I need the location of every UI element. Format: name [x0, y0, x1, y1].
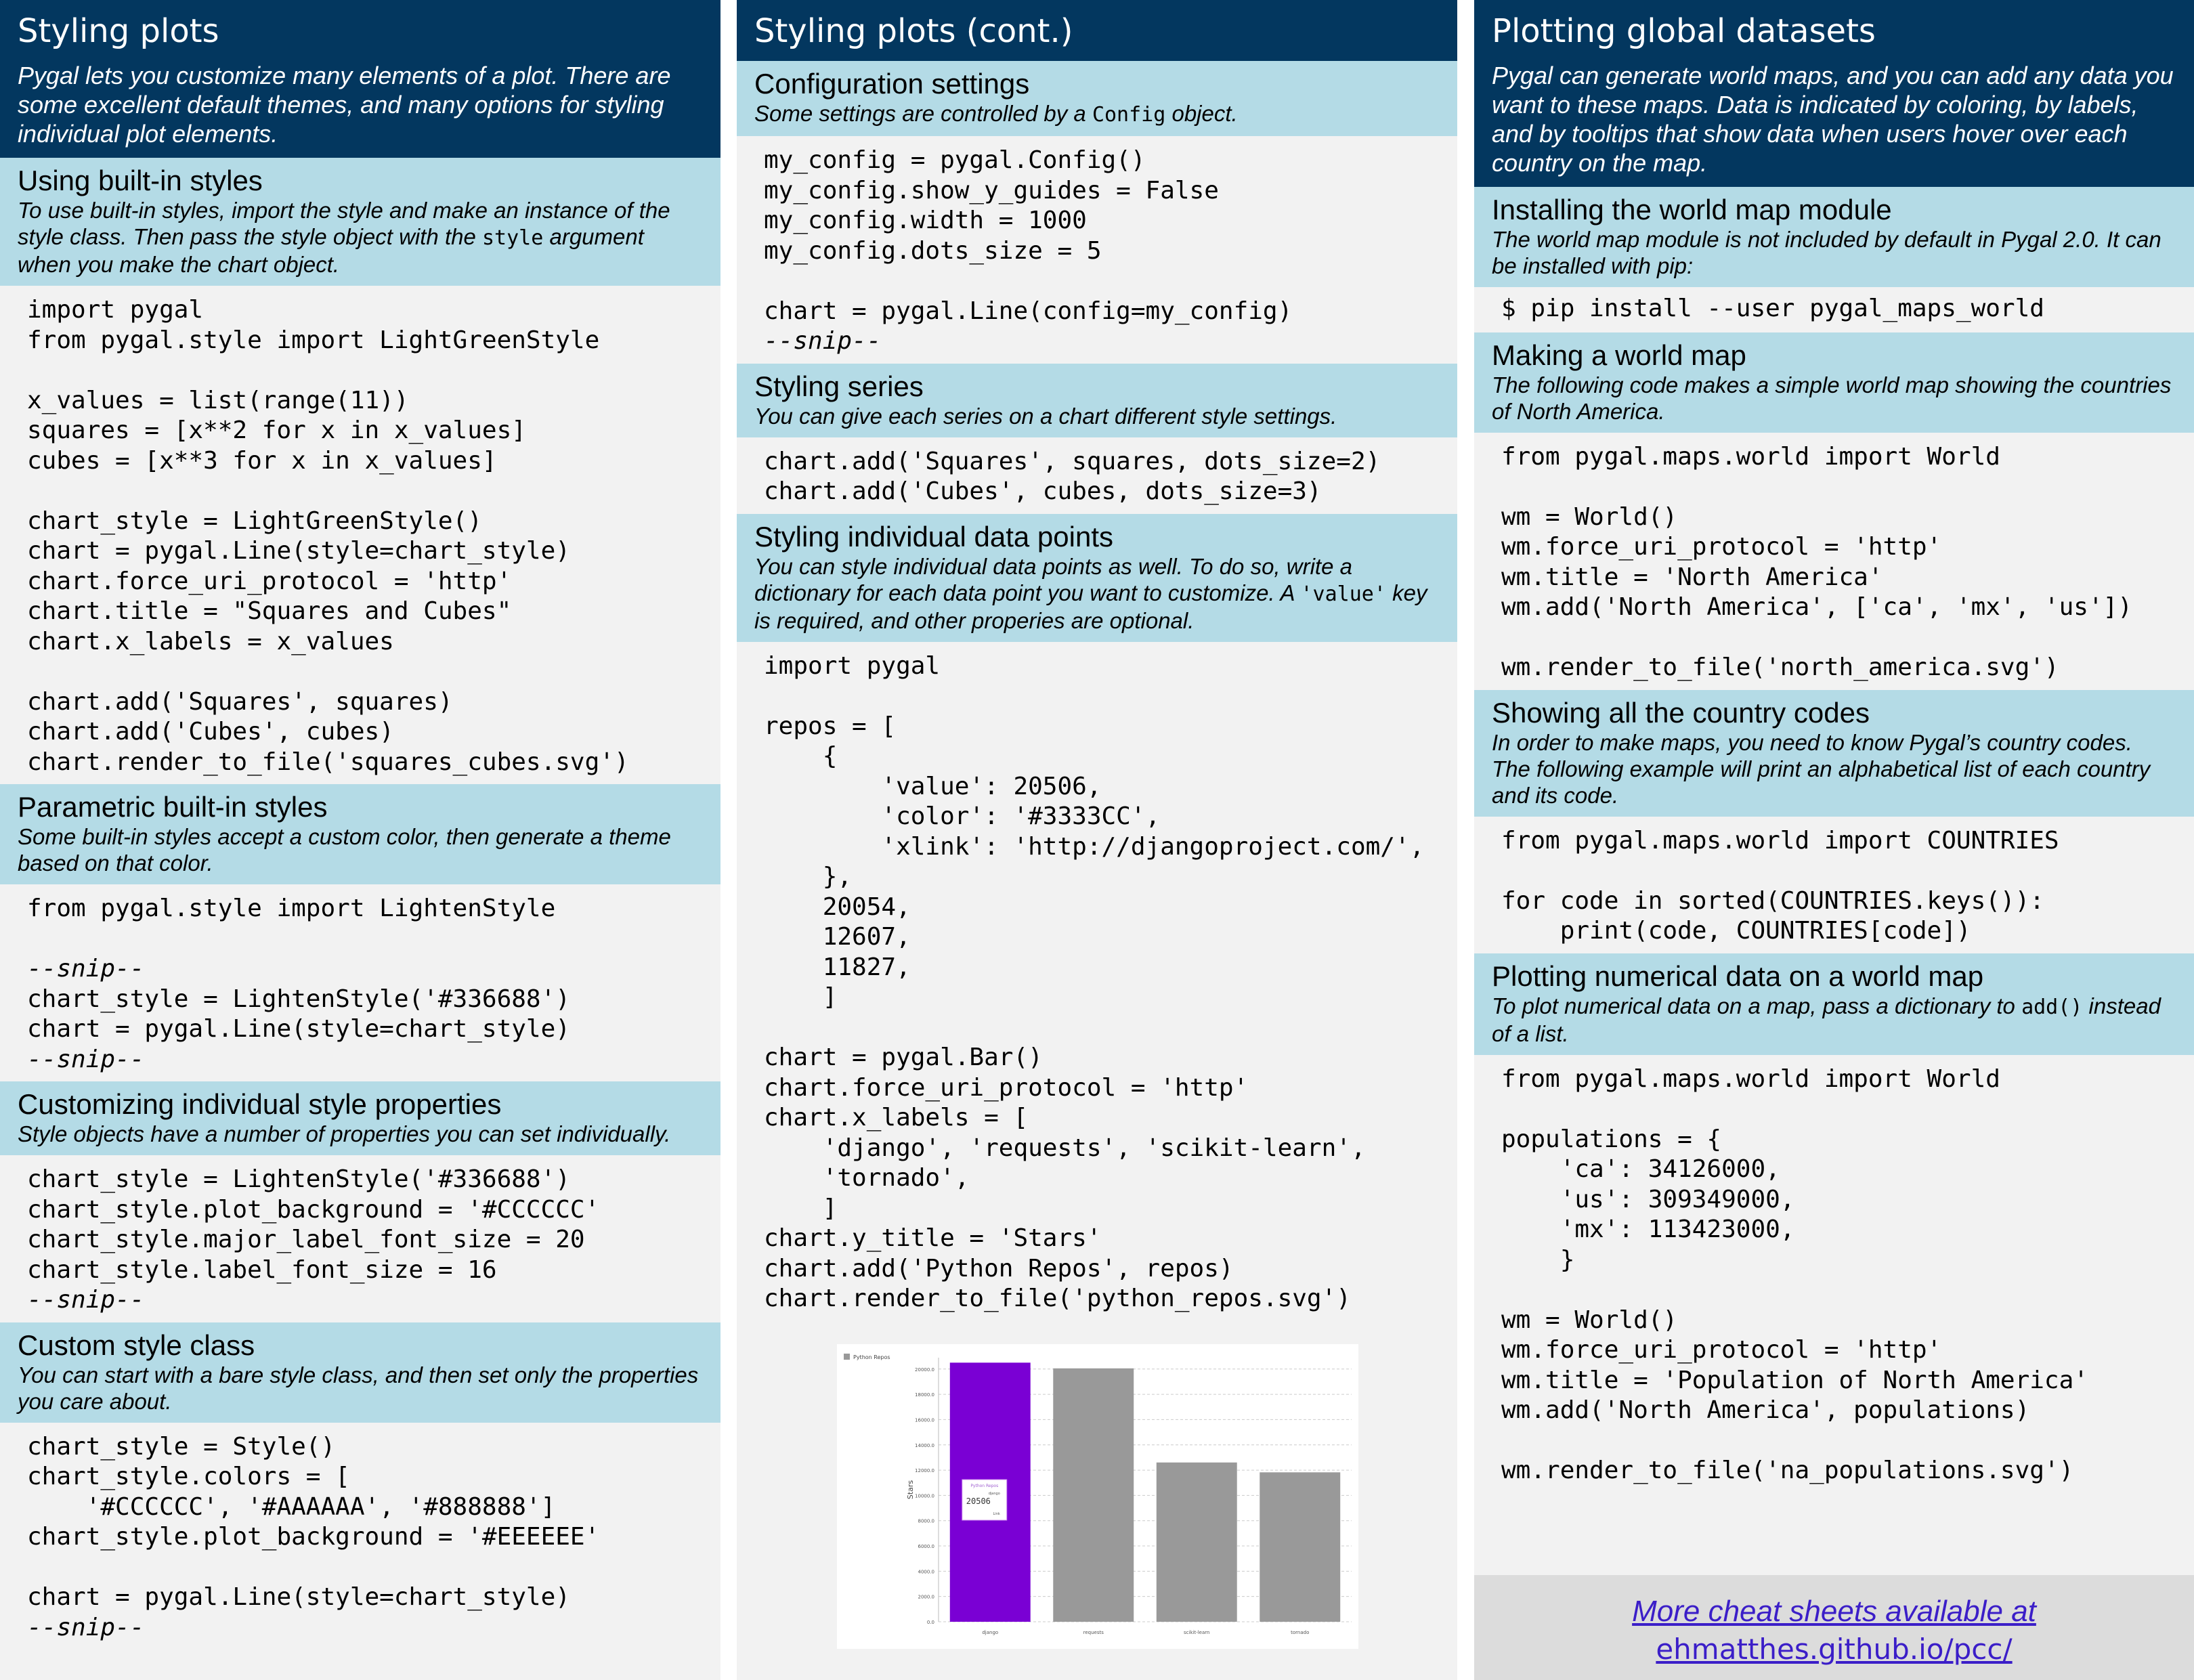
header-styling-plots: Styling plots Pygal lets you customize m… [0, 0, 720, 158]
section-title: Using built-in styles [18, 165, 263, 196]
code-configuration: my_config = pygal.Config() my_config.sho… [764, 146, 1293, 355]
y-tick-label: 2000.0 [918, 1594, 935, 1599]
section-desc: Some settings are controlled by a Config… [754, 101, 1238, 127]
section-builtin-styles: Using built-in styles To use built-in st… [0, 158, 720, 286]
section-title: Styling series [754, 370, 924, 402]
column-2: Styling plots (cont.) Configuration sett… [737, 0, 1457, 1680]
page-title: Styling plots [18, 12, 219, 50]
y-tick-label: 6000.0 [918, 1544, 935, 1549]
section-parametric-styles: Parametric built-in styles Some built-in… [0, 784, 720, 884]
section-desc: Some built-in styles accept a custom col… [18, 824, 671, 876]
y-tick-label: 10000.0 [915, 1493, 934, 1499]
code-custom-style-class: chart_style = Style() chart_style.colors… [27, 1432, 600, 1641]
legend-label: Python Repos [853, 1354, 890, 1360]
intro-text: Pygal lets you customize many elements o… [18, 62, 671, 148]
tooltip-category: django [989, 1492, 1000, 1496]
y-tick-label: 0.0 [927, 1620, 934, 1625]
section-numerical-data: Plotting numerical data on a world map T… [1474, 953, 2194, 1055]
code-styling-series: chart.add('Squares', squares, dots_size=… [764, 447, 1381, 506]
column-3: Plotting global datasets Pygal can gener… [1474, 0, 2194, 1680]
section-title: Showing all the country codes [1492, 696, 1870, 729]
section-styling-points: Styling individual data points You can s… [737, 513, 1457, 642]
y-tick-label: 20000.0 [915, 1366, 934, 1372]
bar-tornado [1260, 1471, 1341, 1622]
code-styling-points: import pygal repos = [ { 'value': 20506,… [764, 651, 1425, 1313]
footer-link-text[interactable]: More cheat sheets available at [1474, 1593, 2194, 1631]
section-desc: In order to make maps, you need to know … [1492, 729, 2151, 808]
section-desc: You can style individual data points as … [754, 553, 1427, 633]
y-tick-label: 18000.0 [915, 1392, 934, 1398]
bar-scikit-learn [1156, 1462, 1237, 1622]
python-repos-chart: 0.0 2000.0 4000.0 6000.0 8000.0 10000.0 12000.… [837, 1343, 1358, 1649]
y-axis-title: Stars [906, 1480, 915, 1499]
section-desc: Style objects have a number of propertie… [18, 1121, 671, 1146]
y-tick-label: 16000.0 [915, 1417, 934, 1423]
column-3-content: Plotting global datasets Pygal can gener… [1474, 0, 2194, 1561]
y-tick-label: 8000.0 [918, 1518, 935, 1524]
code-parametric-styles: from pygal.style import LightenStyle --s… [27, 895, 570, 1073]
y-tick-label: 14000.0 [915, 1442, 934, 1448]
page-title: Plotting global datasets [1492, 12, 1876, 50]
section-title: Parametric built-in styles [18, 791, 328, 823]
code-install-world-map: $ pip install --user pygal_maps_world [1501, 295, 2044, 322]
section-desc: You can start with a bare style class, a… [18, 1362, 699, 1414]
section-title: Customizing individual style properties [18, 1088, 502, 1120]
section-title: Making a world map [1492, 339, 1746, 371]
section-desc: The following code makes a simple world … [1492, 372, 2172, 424]
section-title: Installing the world map module [1492, 194, 1892, 225]
header-styling-plots-cont: Styling plots (cont.) [737, 0, 1457, 61]
section-custom-style-class: Custom style class You can start with a … [0, 1322, 720, 1423]
column-1: Styling plots Pygal lets you customize m… [0, 0, 720, 1680]
bar-requests [1053, 1368, 1134, 1622]
tooltip-link: Link [993, 1512, 1000, 1516]
footer-link-url[interactable]: ehmatthes.github.io/pcc/ [1474, 1631, 2194, 1668]
section-desc: To plot numerical data on a map, pass a … [1492, 993, 2161, 1046]
tooltip-title: Python Repos [970, 1484, 998, 1488]
code-country-codes: from pygal.maps.world import COUNTRIES f… [1501, 826, 2059, 945]
legend-swatch [844, 1353, 850, 1360]
x-tick-label: tornado [1291, 1630, 1309, 1635]
code-customizing-properties: chart_style = LightenStyle('#336688') ch… [27, 1165, 600, 1314]
section-styling-series: Styling series You can give each series … [737, 363, 1457, 437]
header-global-datasets: Plotting global datasets Pygal can gener… [1474, 0, 2194, 187]
section-title: Styling individual data points [754, 520, 1114, 553]
intro-text: Pygal can generate world maps, and you c… [1492, 62, 2174, 177]
section-install-world-map: Installing the world map module The worl… [1474, 187, 2194, 287]
section-customizing-properties: Customizing individual style properties … [0, 1081, 720, 1155]
section-title: Plotting numerical data on a world map [1492, 960, 1984, 992]
x-tick-label: requests [1083, 1630, 1104, 1635]
y-tick-label: 12000.0 [915, 1468, 934, 1473]
x-tick-label: django [982, 1630, 998, 1635]
x-tick-label: scikit-learn [1184, 1630, 1209, 1635]
section-title: Configuration settings [754, 68, 1030, 100]
footer-links: More cheat sheets available at ehmatthes… [1474, 1575, 2194, 1680]
section-desc: You can give each series on a chart diff… [754, 403, 1337, 429]
page-title: Styling plots (cont.) [754, 12, 1073, 50]
code-making-world-map: from pygal.maps.world import World wm = … [1501, 442, 2132, 682]
chart-svg: 0.0 2000.0 4000.0 6000.0 8000.0 10000.0 12000.… [844, 1353, 1352, 1635]
section-configuration: Configuration settings Some settings are… [737, 61, 1457, 136]
y-tick-label: 4000.0 [918, 1569, 935, 1574]
section-desc: To use built-in styles, import the style… [18, 198, 670, 277]
section-making-world-map: Making a world map The following code ma… [1474, 332, 2194, 433]
section-country-codes: Showing all the country codes In order t… [1474, 689, 2194, 817]
section-title: Custom style class [18, 1329, 255, 1361]
tooltip-value: 20506 [966, 1496, 991, 1506]
code-numerical-data: from pygal.maps.world import World popul… [1501, 1064, 2088, 1485]
section-desc: The world map module is not included by … [1492, 227, 2161, 278]
code-builtin-styles: import pygal from pygal.style import Lig… [27, 296, 629, 776]
